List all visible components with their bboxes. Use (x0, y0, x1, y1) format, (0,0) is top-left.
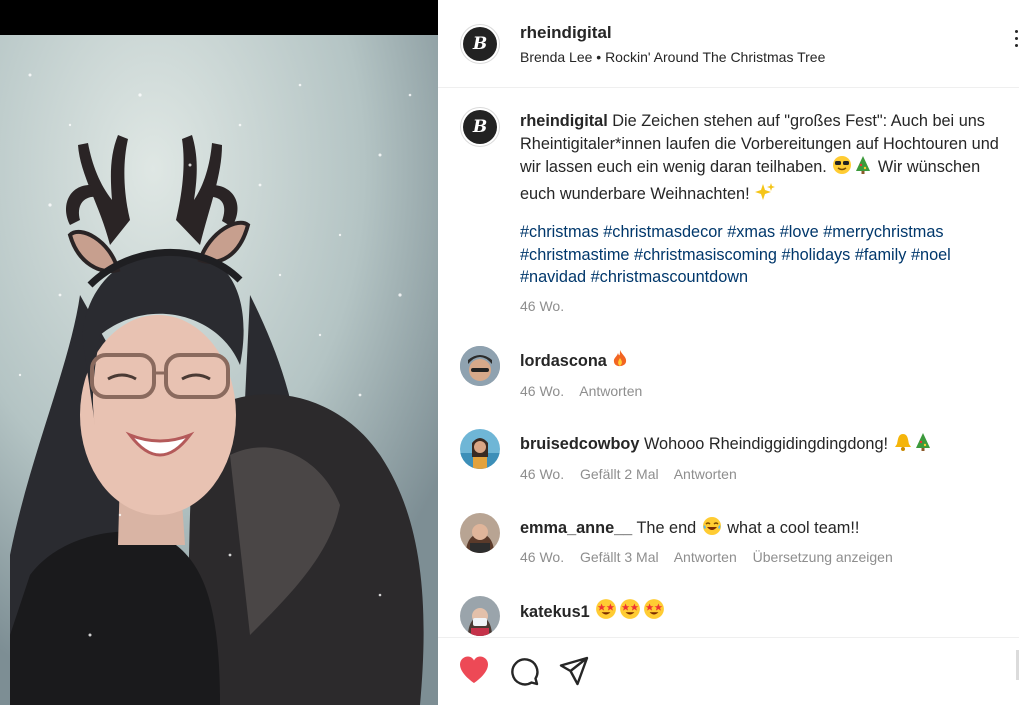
post-modal: B rheindigital Brenda Lee • Rockin' Arou… (0, 0, 1019, 705)
hashtag-link[interactable]: #navidad (520, 268, 586, 286)
avatar[interactable] (460, 346, 500, 386)
caption-time[interactable]: 46 Wo. (520, 298, 564, 314)
comment-icon[interactable] (508, 655, 540, 687)
comment-likes[interactable]: Gefällt 3 Mal (580, 549, 659, 565)
christmas-tree-emoji-icon (914, 432, 932, 457)
bell-emoji-icon (894, 432, 912, 457)
hashtag-link[interactable]: #holidays (782, 246, 851, 264)
comment-meta: 46 Wo. Antworten (520, 383, 654, 399)
comment-body-2: what a cool team!! (727, 519, 860, 537)
hashtag-link[interactable]: #christmasdecor (603, 223, 722, 241)
post-actions (438, 637, 1019, 705)
logo-mark-icon: B (463, 27, 497, 61)
post-caption: rheindigital Die Zeichen stehen auf "gro… (520, 110, 1015, 208)
hashtag-link[interactable]: #noel (911, 246, 951, 264)
hashtag-link[interactable]: #merrychristmas (823, 223, 943, 241)
avatar[interactable] (460, 596, 500, 636)
more-dots-icon[interactable] (1013, 30, 1019, 54)
reply-button[interactable]: Antworten (674, 549, 737, 565)
photo-illustration (0, 35, 438, 705)
hashtag-link[interactable]: #xmas (727, 223, 775, 241)
star-eyes-emoji-icon (619, 598, 641, 625)
fire-emoji-icon (612, 349, 628, 374)
reply-button[interactable]: Antworten (674, 466, 737, 482)
sparkles-emoji-icon (755, 182, 776, 209)
hashtag-link[interactable]: #christmascountdown (591, 268, 748, 286)
caption-meta: 46 Wo. (520, 298, 576, 314)
hashtag-link[interactable]: #christmas (520, 223, 599, 241)
caption-hashtags: #christmas #christmasdecor #xmas #love #… (520, 221, 1015, 289)
post-sidebar: B rheindigital Brenda Lee • Rockin' Arou… (438, 0, 1019, 705)
header-username[interactable]: rheindigital (520, 23, 612, 43)
comment-meta: 46 Wo. Gefällt 2 Mal Antworten (520, 466, 749, 482)
hashtag-link[interactable]: #family (855, 246, 907, 264)
comment-time[interactable]: 46 Wo. (520, 383, 564, 399)
comment-meta: 46 Wo. Gefällt 3 Mal Antworten Übersetzu… (520, 549, 905, 565)
comment-body: The end (636, 519, 697, 537)
caption-avatar[interactable]: B (460, 107, 500, 147)
tears-of-joy-emoji-icon (702, 516, 722, 541)
star-eyes-emoji-icon (595, 598, 617, 625)
christmas-tree-emoji-icon (854, 155, 872, 182)
heart-icon[interactable] (458, 655, 490, 685)
star-eyes-emoji-icon (643, 598, 665, 625)
reply-button[interactable]: Antworten (579, 383, 642, 399)
header-music[interactable]: Brenda Lee • Rockin' Around The Christma… (520, 49, 825, 65)
sunglasses-emoji-icon (832, 155, 852, 182)
paper-plane-icon[interactable] (558, 655, 590, 687)
comment-username[interactable]: lordascona (520, 352, 607, 370)
post-photo[interactable] (0, 35, 438, 705)
comment-likes[interactable]: Gefällt 2 Mal (580, 466, 659, 482)
avatar[interactable] (460, 513, 500, 553)
comment-time[interactable]: 46 Wo. (520, 549, 564, 565)
comment-username[interactable]: katekus1 (520, 603, 590, 621)
comment-text: bruisedcowboy Wohooo Rheindiggidingdingd… (520, 432, 933, 457)
rheindigital-logo[interactable]: B (460, 24, 500, 64)
comment-username[interactable]: emma_anne__ (520, 519, 632, 537)
comment-time[interactable]: 46 Wo. (520, 466, 564, 482)
caption-username[interactable]: rheindigital (520, 112, 608, 130)
comments-list[interactable]: B rheindigital Die Zeichen stehen auf "g… (438, 89, 1019, 637)
logo-mark-icon: B (463, 110, 497, 144)
comment-body: Wohooo Rheindiggidingdingdong! (643, 435, 889, 453)
comment-username[interactable]: bruisedcowboy (520, 435, 639, 453)
translate-button[interactable]: Übersetzung anzeigen (753, 549, 893, 565)
hashtag-link[interactable]: #love (780, 223, 819, 241)
post-header: B rheindigital Brenda Lee • Rockin' Arou… (438, 0, 1019, 88)
comment-text: emma_anne__ The end what a cool team!! (520, 516, 859, 541)
hashtag-link[interactable]: #christmastime (520, 246, 629, 264)
comment-text: lordascona (520, 349, 629, 374)
post-media[interactable] (0, 0, 438, 705)
avatar[interactable] (460, 429, 500, 469)
comment-text: katekus1 (520, 598, 666, 625)
hashtag-link[interactable]: #christmasiscoming (634, 246, 777, 264)
